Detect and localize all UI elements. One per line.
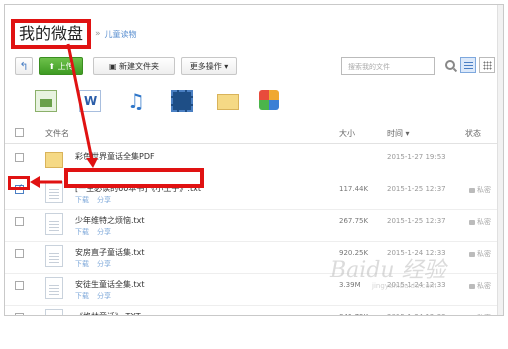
- file-status: 私密: [469, 249, 491, 259]
- txt-file-icon: [45, 181, 63, 203]
- file-time: 2015-1-24 12:33: [387, 313, 446, 315]
- table-row[interactable]: 《格林童话》.TXT 下载分享 841.79K 2015-1-24 12:33 …: [5, 305, 503, 317]
- folder-category-icon[interactable]: [217, 94, 239, 110]
- new-folder-label: 新建文件夹: [119, 61, 160, 71]
- apps-category-icon[interactable]: [259, 90, 279, 110]
- txt-file-icon: [45, 309, 63, 315]
- table-row[interactable]: 少年维特之烦恼.txt 下载 分享 267.75K 2015-1-25 12:37…: [5, 209, 503, 242]
- new-folder-icon: ▣: [108, 61, 117, 71]
- breadcrumb-current-folder[interactable]: 儿童读物: [105, 29, 137, 40]
- video-category-icon[interactable]: [171, 90, 193, 112]
- search-input[interactable]: 搜索我的文件: [341, 57, 435, 75]
- watermark-logo: Baidu 经验: [330, 258, 446, 283]
- file-time: 2015-1-25 12:37: [387, 185, 446, 193]
- new-folder-button[interactable]: ▣ 新建文件夹: [93, 57, 175, 75]
- lock-icon: [469, 316, 475, 317]
- row-checkbox[interactable]: [15, 217, 24, 226]
- more-actions-label: 更多操作 ▾: [189, 61, 229, 71]
- file-status: 私密: [469, 217, 491, 227]
- status-label: 私密: [477, 218, 491, 226]
- header-size[interactable]: 大小: [339, 128, 355, 139]
- grid-view-icon: [483, 61, 492, 70]
- file-size: 267.75K: [339, 217, 369, 225]
- image-category-icon[interactable]: [35, 90, 57, 112]
- status-label: 私密: [477, 314, 491, 315]
- row-actions: 下载 分享: [75, 291, 119, 301]
- header-filename[interactable]: 文件名: [45, 128, 69, 139]
- share-link[interactable]: 分享: [97, 228, 111, 236]
- lock-icon: [469, 251, 475, 257]
- download-link[interactable]: 下载: [75, 228, 89, 236]
- file-name[interactable]: 安房直子童话集.txt: [75, 247, 145, 258]
- row-actions: 下载 分享: [75, 195, 119, 205]
- status-label: 私密: [477, 250, 491, 258]
- file-size: 117.44K: [339, 185, 369, 193]
- back-icon: ↰: [19, 59, 29, 73]
- share-link[interactable]: 分享: [97, 196, 111, 204]
- breadcrumb: 我的微盘 » 儿童读物: [11, 19, 137, 49]
- scrollbar[interactable]: [497, 5, 503, 315]
- file-time: 2015-1-25 12:37: [387, 217, 446, 225]
- file-size: 841.79K: [339, 313, 389, 315]
- breadcrumb-my-disk[interactable]: 我的微盘: [11, 19, 92, 49]
- list-view-button[interactable]: [460, 57, 476, 73]
- more-actions-button[interactable]: 更多操作 ▾: [181, 57, 237, 75]
- grid-view-button[interactable]: [479, 57, 495, 73]
- txt-file-icon: [45, 213, 63, 235]
- header-time[interactable]: 时间 ▾: [387, 128, 410, 139]
- file-time: 2015-1-27 19:53: [387, 153, 446, 161]
- upload-icon: ⬆: [48, 61, 56, 71]
- document-category-icon[interactable]: [79, 90, 101, 112]
- watermark-url: jingyan.baidu.com: [372, 282, 437, 290]
- download-link[interactable]: 下载: [75, 292, 89, 300]
- share-link[interactable]: 分享: [97, 292, 111, 300]
- file-status: 私密: [469, 281, 491, 291]
- file-status: 私密: [469, 185, 491, 195]
- upload-button[interactable]: ⬆ 上传: [39, 57, 83, 75]
- row-actions: 下载 分享: [75, 227, 119, 237]
- table-header: 文件名 大小 时间 ▾ 状态: [5, 122, 503, 144]
- file-status: 私密: [469, 313, 491, 317]
- lock-icon: [469, 283, 475, 289]
- breadcrumb-separator: »: [95, 29, 101, 39]
- toolbar: ↰ ⬆ 上传 ▣ 新建文件夹 更多操作 ▾ 搜索我的文件: [15, 57, 495, 77]
- highlight-checkbox: [8, 176, 30, 190]
- row-checkbox[interactable]: [15, 249, 24, 258]
- file-name[interactable]: 《格林童话》.TXT: [75, 311, 141, 315]
- row-checkbox[interactable]: [15, 313, 24, 315]
- upload-label: 上传: [57, 61, 74, 71]
- row-checkbox[interactable]: [15, 281, 24, 290]
- row-actions: 下载 分享: [75, 259, 119, 269]
- music-category-icon[interactable]: ♫: [125, 90, 147, 112]
- status-label: 私密: [477, 282, 491, 290]
- file-name[interactable]: 少年维特之烦恼.txt: [75, 215, 145, 226]
- search-icon[interactable]: [445, 60, 455, 70]
- back-button[interactable]: ↰: [15, 57, 33, 75]
- list-view-icon: [464, 62, 473, 69]
- share-link[interactable]: 分享: [97, 260, 111, 268]
- select-all-checkbox[interactable]: [15, 128, 24, 137]
- lock-icon: [469, 219, 475, 225]
- status-label: 私密: [477, 186, 491, 194]
- lock-icon: [469, 187, 475, 193]
- txt-file-icon: [45, 277, 63, 299]
- file-name[interactable]: 彩色世界童话全集PDF: [75, 151, 155, 162]
- folder-icon: [45, 152, 63, 168]
- download-link[interactable]: 下载: [75, 260, 89, 268]
- download-link[interactable]: 下载: [75, 196, 89, 204]
- row-checkbox[interactable]: [15, 153, 24, 162]
- highlight-selected-file: [64, 168, 204, 188]
- txt-file-icon: [45, 245, 63, 267]
- file-name[interactable]: 安徒生童话全集.txt: [75, 279, 145, 290]
- header-status: 状态: [465, 129, 481, 138]
